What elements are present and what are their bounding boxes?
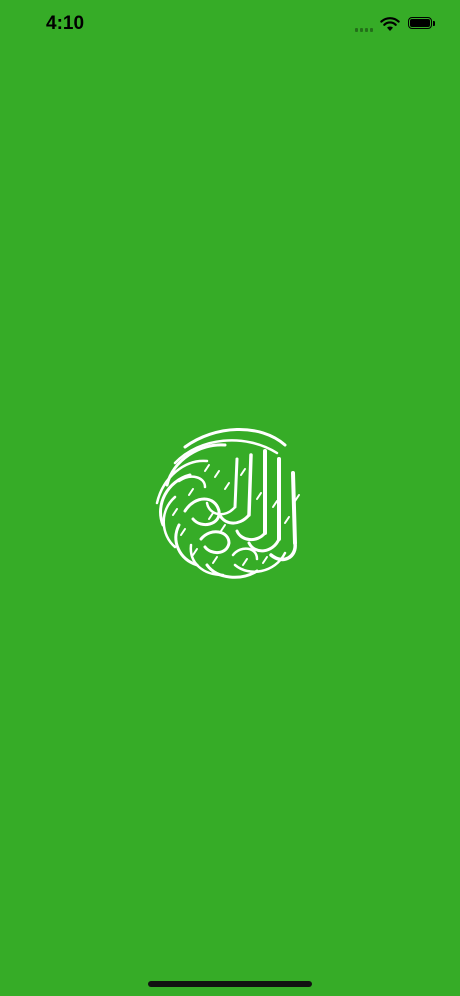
wifi-icon	[380, 17, 400, 31]
status-time: 4:10	[46, 13, 85, 34]
status-bar: 4:10	[0, 0, 460, 50]
quran-calligraphy-logo	[155, 428, 300, 579]
battery-icon	[408, 17, 432, 29]
battery-level	[410, 19, 430, 27]
cellular-signal-icon	[355, 26, 375, 32]
home-indicator[interactable]	[148, 981, 312, 987]
battery-cap	[433, 21, 435, 26]
splash-screen: 4:10	[0, 0, 460, 996]
